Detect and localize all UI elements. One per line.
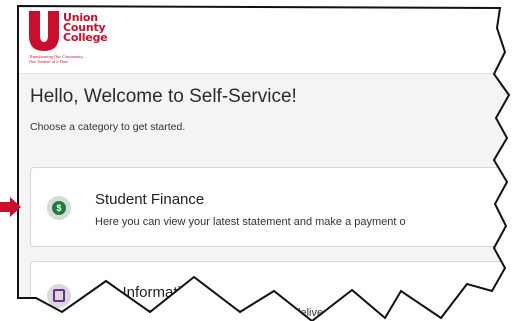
pointer-arrow-icon <box>0 197 21 217</box>
torn-edge-outline <box>17 4 511 321</box>
screenshot-panel: Union County College Transforming Our Co… <box>0 0 514 321</box>
